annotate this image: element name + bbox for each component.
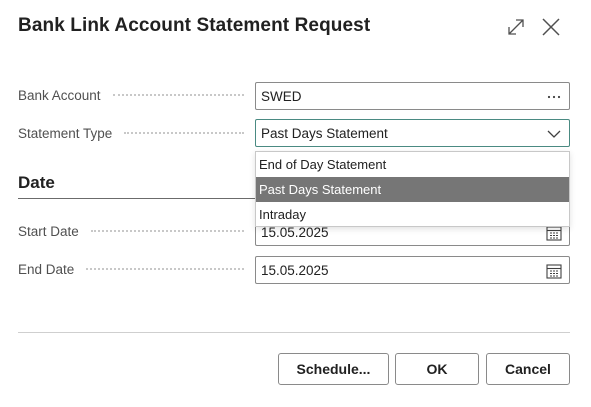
statement-type-dropdown: End of Day Statement Past Days Statement… bbox=[255, 151, 570, 227]
bank-account-label: Bank Account bbox=[18, 88, 250, 103]
label-leader-dots bbox=[124, 132, 244, 134]
section-divider bbox=[18, 198, 258, 199]
cancel-button[interactable]: Cancel bbox=[486, 353, 570, 385]
footer-divider bbox=[18, 332, 570, 333]
label-leader-dots bbox=[86, 268, 244, 270]
statement-type-label: Statement Type bbox=[18, 126, 250, 141]
bank-account-field[interactable]: SWED bbox=[255, 82, 570, 110]
dialog-title: Bank Link Account Statement Request bbox=[18, 15, 371, 36]
chevron-down-icon[interactable] bbox=[545, 125, 563, 143]
start-date-label: Start Date bbox=[18, 224, 250, 239]
ok-button[interactable]: OK bbox=[395, 353, 479, 385]
statement-type-select[interactable]: Past Days Statement bbox=[255, 119, 570, 147]
ellipsis-icon[interactable] bbox=[545, 88, 563, 106]
close-icon[interactable] bbox=[540, 16, 562, 38]
label-leader-dots bbox=[112, 94, 244, 96]
end-date-field[interactable]: 15.05.2025 bbox=[255, 256, 570, 284]
end-date-label: End Date bbox=[18, 262, 250, 277]
schedule-button[interactable]: Schedule... bbox=[278, 353, 389, 385]
expand-icon[interactable] bbox=[506, 17, 526, 37]
dropdown-option-end-of-day[interactable]: End of Day Statement bbox=[256, 152, 569, 177]
calendar-icon[interactable] bbox=[545, 262, 563, 280]
dropdown-option-intraday[interactable]: Intraday bbox=[256, 202, 569, 227]
date-section-title[interactable]: Date bbox=[18, 173, 55, 193]
label-leader-dots bbox=[90, 230, 244, 232]
dropdown-option-past-days[interactable]: Past Days Statement bbox=[256, 177, 569, 202]
